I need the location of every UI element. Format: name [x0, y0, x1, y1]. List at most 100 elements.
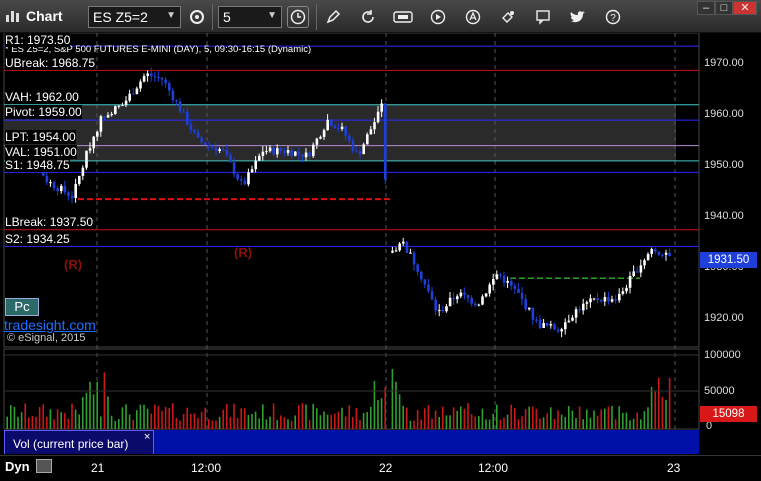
candle-body [319, 136, 322, 139]
candle-body [232, 162, 236, 175]
candle-body [110, 113, 113, 116]
candle-body [664, 252, 668, 255]
price-chart[interactable] [0, 33, 761, 455]
candle-body [52, 182, 56, 189]
pencil-icon[interactable] [322, 6, 344, 28]
comment-icon[interactable] [532, 6, 554, 28]
candle-body [646, 253, 650, 261]
symbol-input[interactable]: ES Z5=2 ▼ [88, 6, 181, 28]
candle-body [495, 274, 499, 279]
candle-body [492, 278, 495, 285]
level-label-r1: R1: 1973.50 [5, 33, 71, 47]
twitter-icon[interactable] [567, 6, 589, 28]
value-area-zone [4, 104, 676, 161]
candle-body [85, 150, 88, 168]
candle-body [610, 299, 614, 302]
volume-tick-label: 50000 [704, 385, 735, 397]
candle-body [132, 93, 135, 95]
candle-body [459, 292, 463, 297]
candle-body [456, 296, 459, 300]
candle-body [63, 185, 67, 193]
candle-body [380, 103, 383, 112]
get-icon[interactable] [392, 6, 414, 28]
pc-button[interactable]: Pc [5, 298, 39, 316]
reversal-marker: (R) [234, 245, 253, 260]
candle-body [182, 111, 185, 113]
candle-body [538, 319, 542, 329]
minimize-button[interactable]: – [697, 1, 715, 15]
chevron-down-icon[interactable]: ▼ [267, 10, 277, 21]
tradesight-link[interactable]: tradesight.com [4, 317, 96, 333]
candle-body [434, 299, 437, 311]
candle-body [308, 152, 311, 157]
candle-body [632, 271, 635, 277]
candle-body [286, 150, 290, 153]
candle-body [70, 195, 74, 199]
chevron-down-icon[interactable]: ▼ [166, 10, 176, 21]
candle-body [502, 275, 506, 283]
candle-body [560, 329, 563, 332]
candle-body [348, 135, 351, 141]
maximize-button[interactable]: □ [715, 1, 733, 15]
candle-body [463, 292, 466, 295]
time-tick-label: 22 [379, 461, 393, 475]
clock-icon[interactable] [287, 6, 309, 28]
candle-body [420, 271, 423, 280]
lock-icon[interactable] [36, 459, 52, 473]
candle-body [315, 138, 319, 145]
candle-body [171, 90, 175, 101]
level-label-val: VAL: 1951.00 [5, 145, 77, 159]
candle-body [438, 310, 441, 312]
candle-body [204, 142, 207, 145]
close-button[interactable]: ✕ [733, 1, 757, 15]
candle-body [67, 192, 70, 196]
candle-body [614, 299, 617, 301]
price-tick-label: 1920.00 [704, 312, 744, 324]
candle-body [376, 111, 380, 123]
candle-body [528, 307, 531, 310]
help-icon[interactable]: ? [602, 6, 624, 28]
price-tick-label: 1940.00 [704, 210, 744, 222]
time-scale-mode[interactable]: Dyn [5, 459, 30, 474]
candle-body [312, 144, 315, 157]
candle-body [430, 291, 434, 300]
candle-body [117, 105, 121, 107]
candle-body [553, 324, 556, 330]
candle-body [276, 148, 279, 155]
candle-body [351, 140, 355, 151]
candle-body [592, 298, 596, 300]
candle-body [556, 329, 560, 332]
level-label-s2: S2: 1934.25 [5, 232, 70, 246]
candle-body [279, 148, 283, 152]
candle-body [247, 172, 250, 185]
candle-body [355, 150, 358, 152]
price-tick-label: 1950.00 [704, 159, 744, 171]
candle-body [531, 307, 535, 320]
candle-body [549, 324, 553, 326]
interval-value: 5 [223, 9, 231, 25]
price-tick-label: 1960.00 [704, 108, 744, 120]
candle-body [265, 151, 268, 153]
refresh-icon[interactable] [357, 6, 379, 28]
candle-body [441, 310, 445, 312]
candle-body [178, 101, 182, 112]
symbol-settings-icon[interactable] [186, 6, 208, 28]
candle-body [603, 296, 607, 302]
candle-body [520, 293, 524, 300]
candle-body [484, 293, 488, 297]
candle-body [488, 284, 491, 294]
candle-body [168, 83, 171, 91]
volume-study-tab[interactable]: Vol (current price bar) [4, 430, 154, 454]
candle-body [477, 304, 481, 306]
candle-body [211, 145, 214, 148]
candle-body [600, 299, 603, 302]
candle-body [333, 125, 337, 129]
candle-body [88, 148, 92, 151]
interval-input[interactable]: 5 ▼ [218, 6, 282, 28]
play-icon[interactable] [427, 6, 449, 28]
time-tick-label: 12:00 [191, 461, 222, 475]
alert-icon[interactable] [462, 6, 484, 28]
close-icon[interactable]: × [144, 431, 150, 443]
candle-body [564, 322, 567, 330]
link-icon[interactable] [497, 6, 519, 28]
